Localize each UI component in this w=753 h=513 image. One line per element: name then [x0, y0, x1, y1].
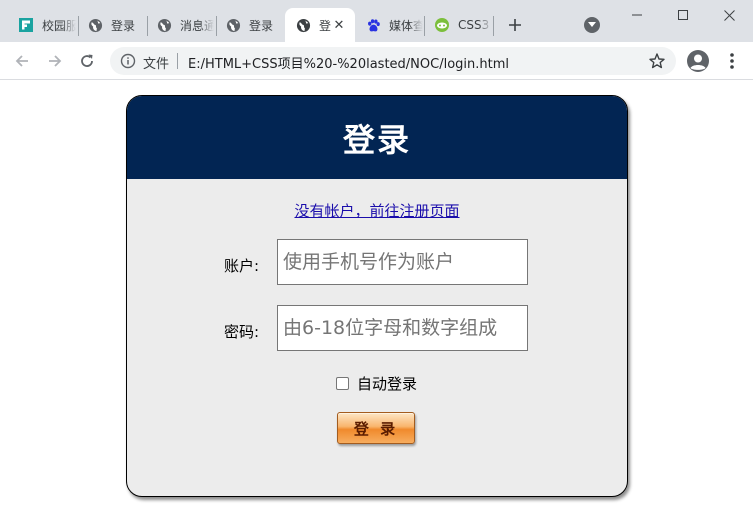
tab-campus[interactable]: 校园服: [8, 8, 76, 42]
tab-login-1[interactable]: 登录: [77, 8, 145, 42]
chevron-down-icon: [588, 22, 596, 27]
close-tab-icon[interactable]: ✕: [331, 17, 347, 33]
register-link[interactable]: 没有帐户，前往注册页面: [127, 200, 627, 221]
more-menu-icon[interactable]: [724, 52, 740, 70]
tab-media-query[interactable]: 媒体查: [355, 8, 423, 42]
bookmark-star-icon[interactable]: [648, 52, 666, 70]
close-icon: [723, 9, 735, 21]
tab-search-button[interactable]: [584, 17, 600, 33]
minimize-icon: [632, 14, 642, 16]
auto-login-label[interactable]: 自动登录: [357, 373, 417, 394]
info-icon[interactable]: [120, 53, 136, 69]
auto-login-checkbox[interactable]: [336, 377, 349, 390]
page-title: 登录: [342, 120, 411, 159]
close-window-button[interactable]: [706, 0, 752, 30]
minimize-button[interactable]: [614, 0, 660, 30]
address-bar[interactable]: 文件 E:/HTML+CSS项目%20-%20lasted/NOC/login.…: [110, 47, 676, 75]
globe-icon: [87, 17, 103, 33]
profile-avatar-icon[interactable]: [686, 49, 710, 73]
forward-button[interactable]: [44, 50, 66, 72]
globe-icon: [295, 17, 311, 33]
scheme-label: 文件: [143, 57, 170, 72]
tab-title: 登录: [249, 18, 274, 33]
reload-button[interactable]: [76, 50, 98, 72]
login-header: 登录: [127, 96, 627, 179]
css-site-icon: [434, 17, 450, 33]
login-panel: 登录 没有帐户，前往注册页面 账户: 密码: 自动登录 登 录: [126, 95, 628, 497]
tab-strip: 校园服 登录 消息通 登录 登 ✕ 媒体查 CSS3: [0, 0, 753, 42]
password-input[interactable]: [277, 305, 528, 351]
tab-css3[interactable]: CSS3: [424, 8, 492, 42]
maximize-button[interactable]: [660, 0, 706, 30]
tab-messages[interactable]: 消息通: [146, 8, 214, 42]
browser-toolbar: 文件 E:/HTML+CSS项目%20-%20lasted/NOC/login.…: [0, 42, 753, 80]
new-tab-button[interactable]: [503, 13, 527, 37]
globe-icon: [156, 17, 172, 33]
login-button[interactable]: 登 录: [337, 412, 415, 444]
app-logo-icon: [18, 17, 34, 33]
password-label: 密码:: [224, 323, 260, 341]
maximize-icon: [678, 10, 688, 20]
tab-login-active[interactable]: 登 ✕: [285, 8, 355, 42]
globe-icon: [225, 17, 241, 33]
account-label: 账户:: [224, 257, 260, 275]
tab-title: 登录: [111, 18, 136, 33]
baidu-paw-icon: [365, 17, 381, 33]
url-text[interactable]: E:/HTML+CSS项目%20-%20lasted/NOC/login.htm…: [188, 53, 509, 72]
reload-icon: [81, 54, 93, 67]
tab-login-2[interactable]: 登录: [215, 8, 283, 42]
omnibox-separator: [177, 53, 178, 69]
tab-separator: [493, 16, 494, 36]
forward-arrow-icon: [49, 55, 62, 67]
back-arrow-icon: [15, 55, 28, 67]
back-button[interactable]: [11, 50, 33, 72]
auto-login-row: 自动登录: [336, 373, 417, 394]
account-input[interactable]: [277, 239, 528, 285]
